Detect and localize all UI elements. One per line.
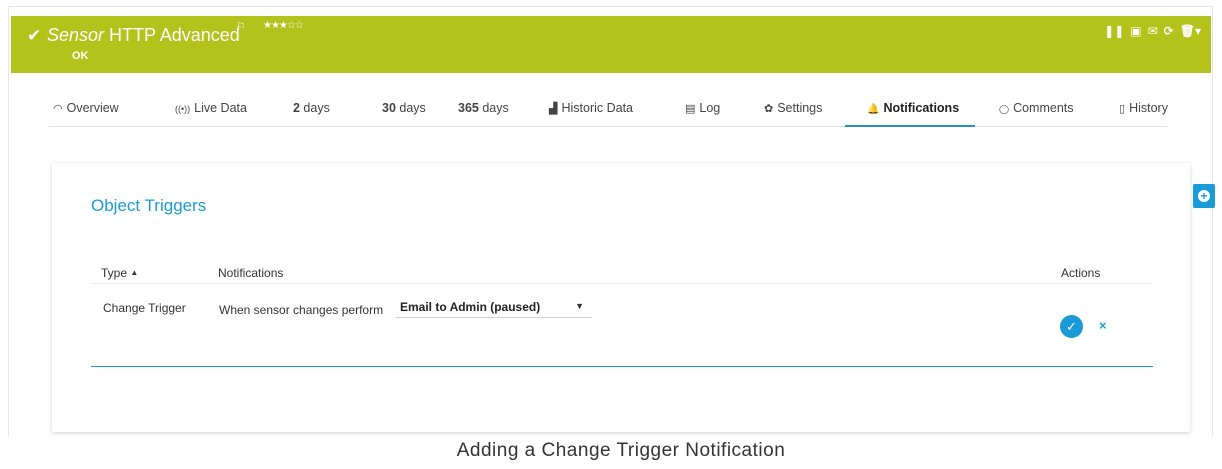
status-text: OK (72, 50, 89, 62)
pause-icon[interactable]: ❚❚ (1104, 24, 1124, 38)
tab-settings[interactable]: ✿ Settings (764, 91, 822, 127)
column-header-notifications: Notifications (218, 266, 284, 280)
tab-bar: ◠ Overview ((•)) Live Data 2 days 30 days … (49, 91, 1168, 127)
chevron-down-icon: ▼ (575, 301, 584, 311)
plus-icon: + (1198, 190, 1210, 202)
comment-icon: ◯ (999, 104, 1010, 114)
check-icon: ✔ (27, 26, 42, 45)
tab-365-days[interactable]: 365 days (458, 91, 509, 127)
historic-data-icon: ▟ (549, 103, 558, 115)
trigger-type: Change Trigger (103, 301, 186, 315)
row-divider (91, 366, 1153, 367)
figure-caption: Adding a Change Trigger Notification (456, 440, 786, 461)
history-icon: ▯ (1119, 103, 1126, 115)
trigger-description: When sensor changes perform (219, 303, 384, 317)
notification-select[interactable]: Email to Admin (paused) ▼ (396, 300, 592, 318)
object-triggers-panel: Object Triggers Type ▲ Notifications Act… (52, 163, 1190, 432)
header-toolbar: ❚❚ ▣ ✉ ⟳ 🗑▾ (1104, 24, 1201, 38)
gear-icon: ✿ (764, 103, 774, 115)
column-header-actions: Actions (1061, 266, 1101, 280)
tab-comments[interactable]: ◯ Comments (999, 91, 1074, 127)
flag-icon[interactable]: ⚐ (236, 20, 246, 33)
tab-2-days[interactable]: 2 days (293, 91, 330, 127)
export-icon[interactable]: ▣ (1130, 24, 1141, 38)
delete-icon[interactable]: 🗑▾ (1180, 24, 1201, 38)
refresh-icon[interactable]: ⟳ (1164, 24, 1174, 38)
cancel-trigger-button[interactable]: × (1099, 318, 1107, 333)
close-icon: × (1099, 318, 1107, 333)
header-divider (91, 283, 1153, 284)
tab-overview[interactable]: ◠ Overview (53, 91, 119, 127)
sensor-header: ✔ Sensor HTTP Advanced ⚐ ★★★☆☆ OK ❚❚ ▣ ✉… (11, 16, 1211, 73)
bell-icon: 🔔 (867, 104, 880, 115)
sensor-title: Sensor HTTP Advanced (47, 25, 240, 45)
tab-live-data[interactable]: ((•)) Live Data (175, 91, 247, 127)
panel-title: Object Triggers (91, 196, 207, 215)
column-header-type[interactable]: Type ▲ (101, 266, 138, 280)
sort-ascending-icon: ▲ (130, 268, 139, 277)
tab-notifications[interactable]: 🔔 Notifications (845, 91, 975, 127)
tab-30-days[interactable]: 30 days (382, 91, 426, 127)
notification-select-value: Email to Admin (paused) (400, 300, 541, 314)
tab-historic-data[interactable]: ▟ Historic Data (549, 91, 633, 127)
tab-log[interactable]: ▤ Log (685, 91, 720, 127)
email-icon[interactable]: ✉ (1148, 24, 1158, 38)
tab-history[interactable]: ▯ History (1119, 91, 1168, 127)
save-trigger-button[interactable]: ✓ (1060, 315, 1083, 338)
add-trigger-button[interactable]: + (1193, 184, 1215, 208)
log-icon: ▤ (685, 103, 696, 115)
overview-icon: ◠ (53, 103, 63, 115)
check-icon: ✓ (1066, 319, 1077, 334)
live-data-icon: ((•)) (175, 104, 191, 114)
priority-stars[interactable]: ★★★☆☆ (263, 20, 304, 31)
